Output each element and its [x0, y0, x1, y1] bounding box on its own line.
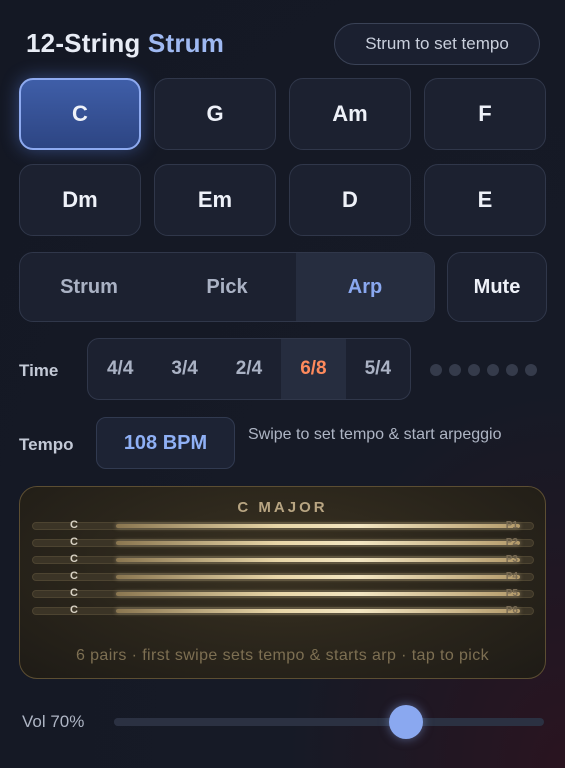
string-pair[interactable]: C P2	[32, 536, 534, 548]
string-note-label: C	[70, 570, 78, 582]
tempo-label: Tempo	[19, 435, 74, 454]
chord-name-heading: C MAJOR	[237, 499, 328, 516]
time-label: Time	[19, 361, 59, 380]
string-note-label: C	[70, 587, 78, 599]
volume-slider[interactable]	[114, 705, 544, 739]
string-line	[116, 541, 520, 545]
page-dots	[430, 364, 537, 376]
mode-tab-strum[interactable]: Strum	[20, 253, 158, 321]
page-dot[interactable]	[449, 364, 461, 376]
play-mode-selector: Strum Pick Arp	[19, 252, 435, 322]
bpm-display[interactable]: 108 BPM	[96, 417, 235, 469]
app-title: 12-String Strum	[26, 28, 224, 59]
chord-button-d[interactable]: D	[289, 164, 411, 236]
string-note-label: C	[70, 519, 78, 531]
volume-thumb[interactable]	[389, 705, 424, 739]
mode-tab-arp[interactable]: Arp	[296, 253, 434, 321]
strum-to-set-tempo-button[interactable]: Strum to set tempo	[334, 23, 540, 65]
page-dot[interactable]	[430, 364, 442, 376]
string-pair-tag: P5	[505, 588, 518, 599]
time-option-6-8[interactable]: 6/8	[281, 339, 346, 399]
chord-button-dm[interactable]: Dm	[19, 164, 141, 236]
chord-button-em[interactable]: Em	[154, 164, 276, 236]
string-pair-tag: P1	[505, 520, 518, 531]
time-option-5-4[interactable]: 5/4	[346, 339, 410, 399]
chord-button-g[interactable]: G	[154, 78, 276, 150]
string-line	[116, 609, 520, 613]
string-pair[interactable]: C P5	[32, 587, 534, 599]
string-pair[interactable]: C P6	[32, 604, 534, 616]
chord-button-am[interactable]: Am	[289, 78, 411, 150]
app-root: 12-String Strum Strum to set tempo C G Am F…	[0, 0, 565, 768]
chord-button-f[interactable]: F	[424, 78, 546, 150]
string-line	[116, 592, 520, 596]
volume-label: Vol 70%	[22, 712, 85, 731]
title-accent: Strum	[147, 28, 225, 58]
mode-tab-pick[interactable]: Pick	[158, 253, 296, 321]
time-signature-selector: 4/4 3/4 2/4 6/8 5/4	[87, 338, 411, 400]
string-pair-tag: P4	[505, 571, 518, 582]
string-pair-tag: P2	[505, 537, 518, 548]
page-dot[interactable]	[506, 364, 518, 376]
page-dot[interactable]	[487, 364, 499, 376]
strum-panel-hint: 6 pairs · first swipe sets tempo & start…	[75, 647, 490, 664]
mute-button[interactable]: Mute	[447, 252, 547, 322]
page-dot[interactable]	[468, 364, 480, 376]
string-note-label: C	[70, 536, 78, 548]
string-pair[interactable]: C P3	[32, 553, 534, 565]
string-pair-tag: P3	[505, 554, 518, 565]
string-pair[interactable]: C P4	[32, 570, 534, 582]
string-note-label: C	[70, 553, 78, 565]
string-pair-tag: P6	[505, 605, 518, 616]
string-pair[interactable]: C P1	[32, 519, 534, 531]
tempo-hint: Swipe to set tempo & start arpeggio	[248, 426, 502, 443]
time-option-3-4[interactable]: 3/4	[152, 339, 216, 399]
page-dot[interactable]	[525, 364, 537, 376]
chord-button-e[interactable]: E	[424, 164, 546, 236]
string-line	[116, 558, 520, 562]
time-option-2-4[interactable]: 2/4	[217, 339, 281, 399]
string-note-label: C	[70, 604, 78, 616]
time-option-4-4[interactable]: 4/4	[88, 339, 152, 399]
strum-panel[interactable]: C MAJOR C P1 C P2 C P3 C P4 C P5 C P6 6 pairs · fir…	[19, 486, 546, 679]
string-line	[116, 575, 520, 579]
string-line	[116, 524, 520, 528]
volume-fill	[114, 718, 407, 726]
chord-button-c[interactable]: C	[19, 78, 141, 150]
title-prefix: 12-String	[26, 28, 148, 58]
